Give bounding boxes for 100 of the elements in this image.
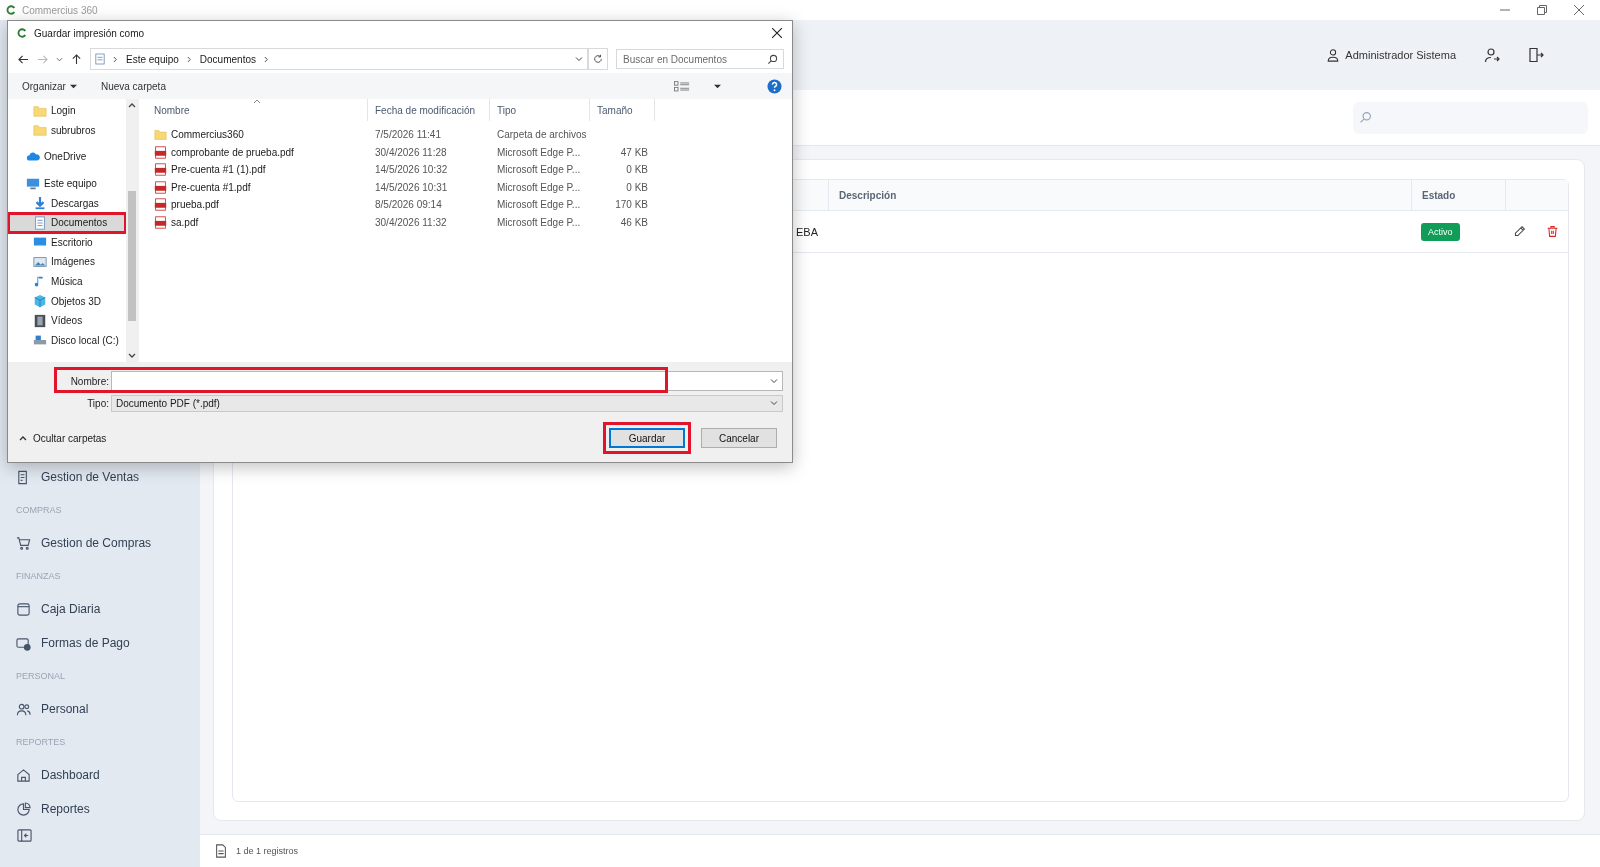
logout-icon[interactable] (1528, 47, 1544, 63)
nav-item[interactable]: Este equipo (8, 173, 126, 194)
nav-item[interactable]: subrubros (8, 120, 126, 141)
table-cell-text: Microsoft Edge P... (496, 216, 582, 228)
sidebar-section-title: REPORTES (16, 736, 67, 749)
refresh-button[interactable] (588, 48, 608, 70)
delete-icon[interactable] (1546, 225, 1559, 238)
folder-icon (33, 103, 47, 118)
scroll-up-icon[interactable] (128, 102, 136, 108)
nav-item[interactable]: Descargas (8, 193, 126, 213)
download-arrow-icon (33, 196, 47, 211)
window-title: Commercius 360 (22, 4, 98, 16)
pdf-file-icon (154, 145, 167, 159)
column-header[interactable]: Tamaño (590, 99, 655, 121)
edit-icon[interactable] (1513, 225, 1526, 238)
nav-item[interactable]: Imágenes (8, 252, 126, 272)
file-name: prueba.pdf (171, 199, 219, 211)
help-icon[interactable] (767, 78, 782, 94)
file-type-dropdown[interactable]: Documento PDF (*.pdf) (111, 394, 783, 412)
breadcrumb[interactable]: Documentos (199, 53, 256, 65)
nav-item[interactable]: Documentos (8, 212, 126, 233)
nav-item[interactable]: Login (8, 101, 126, 121)
table-cell-text: Microsoft Edge P... (496, 164, 582, 176)
file-row[interactable]: prueba.pdf 8/5/2026 09:14 Microsoft Edge P... 170 KB (147, 196, 792, 214)
column-header[interactable]: Nombre (147, 99, 368, 121)
chevron-down-icon[interactable] (770, 377, 778, 385)
search-field[interactable]: Buscar en Documentos (616, 49, 784, 69)
sidebar-item[interactable]: Dashboard (16, 758, 200, 792)
chevron-right-icon (186, 55, 192, 63)
chevron-right-icon (263, 55, 269, 63)
column-header: Descripción (838, 189, 898, 201)
collapse-sidebar-icon[interactable] (17, 828, 32, 843)
breadcrumb[interactable]: Este equipo (126, 53, 179, 65)
sidebar-item[interactable]: Gestion de Ventas (16, 460, 200, 494)
document-icon (214, 844, 228, 858)
back-arrow-icon[interactable] (18, 53, 29, 65)
up-arrow-icon[interactable] (71, 53, 82, 65)
user-menu[interactable]: Administrador Sistema (1326, 48, 1456, 62)
cloud-icon (26, 150, 40, 164)
column-header[interactable]: Tipo (490, 99, 590, 121)
nav-item[interactable]: Escritorio (8, 232, 126, 253)
sidebar-section-title: COMPRAS (16, 504, 63, 517)
organize-menu[interactable]: Organizar (22, 80, 77, 92)
film-icon (33, 313, 47, 328)
sidebar-item[interactable]: Reportes (16, 792, 200, 826)
nav-item[interactable]: Música (8, 271, 126, 292)
chevron-down-icon[interactable] (56, 55, 63, 63)
chevron-down-icon (770, 399, 778, 407)
table-cell-text: 46 KB (619, 216, 649, 228)
column-header[interactable]: Fecha de modificación (368, 99, 490, 121)
dialog-title: Guardar impresión como (34, 27, 145, 39)
sidebar-item[interactable]: Formas de Pago (16, 626, 200, 660)
save-button[interactable]: Guardar (609, 428, 685, 448)
scrollbar[interactable] (126, 99, 138, 362)
pdf-file-icon (154, 215, 167, 229)
file-row[interactable]: Pre-cuenta #1 (1).pdf 14/5/2026 10:32 Microsoft Edge P... 0 KB (147, 161, 792, 179)
file-name-field[interactable] (54, 367, 668, 393)
home-icon (16, 767, 31, 783)
new-folder-button[interactable]: Nueva carpeta (100, 80, 166, 92)
sidebar-item[interactable]: Gestion de Compras (16, 526, 200, 560)
table-cell-text: 47 KB (619, 146, 649, 158)
nav-item[interactable]: Objetos 3D (8, 291, 126, 311)
file-row[interactable]: comprobante de prueba.pdf 30/4/2026 11:28 Microsoft Edge P... 47 KB (147, 143, 792, 161)
restore-icon[interactable] (1537, 5, 1547, 15)
table-cell-text: 7/5/2026 11:41 (374, 129, 442, 141)
caret-icon[interactable] (714, 82, 721, 90)
address-bar[interactable]: Este equipo Documentos (90, 48, 588, 70)
search-icon[interactable] (767, 54, 778, 65)
nav-item[interactable]: OneDrive (8, 147, 126, 167)
table-cell: EBA (796, 225, 818, 238)
scroll-down-icon[interactable] (128, 353, 136, 359)
table-cell-text: Carpeta de archivos (496, 129, 588, 141)
pie-chart-icon (16, 801, 31, 817)
hide-folders-toggle[interactable]: Ocultar carpetas (19, 432, 107, 444)
close-icon[interactable] (772, 28, 782, 38)
nav-item[interactable]: Vídeos (8, 310, 126, 331)
app-logo-icon (17, 28, 27, 38)
search-field[interactable] (1353, 101, 1588, 134)
file-row[interactable]: Commercius360 7/5/2026 11:41 Carpeta de archivos (147, 126, 792, 144)
pdf-file-icon (154, 163, 167, 177)
sidebar-item[interactable]: Caja Diaria (16, 592, 200, 626)
sidebar-item[interactable]: Personal (16, 692, 200, 726)
chevron-down-icon[interactable] (575, 55, 583, 63)
file-row[interactable]: sa.pdf 30/4/2026 11:32 Microsoft Edge P... 46 KB (147, 213, 792, 231)
cancel-button[interactable]: Cancelar (701, 428, 777, 448)
table-cell-text: Microsoft Edge P... (496, 181, 582, 193)
chevron-up-icon (19, 435, 27, 441)
file-name: Commercius360 (171, 129, 244, 141)
table-cell-text: 0 KB (625, 164, 649, 176)
table-cell-text: 0 KB (625, 181, 649, 193)
switch-user-icon[interactable] (1484, 47, 1500, 63)
field-label: Nombre: (69, 375, 110, 387)
nav-item[interactable]: Disco local (C:) (8, 330, 126, 351)
column-header: Estado (1411, 180, 1505, 210)
table-cell-text: 14/5/2026 10:32 (374, 164, 449, 176)
file-row[interactable]: Pre-cuenta #1.pdf 14/5/2026 10:31 Microsoft Edge P... 0 KB (147, 178, 792, 196)
search-icon (1359, 111, 1372, 124)
folder-icon (33, 123, 47, 138)
status-badge: Activo (1421, 222, 1460, 241)
view-options-icon[interactable] (674, 80, 690, 92)
